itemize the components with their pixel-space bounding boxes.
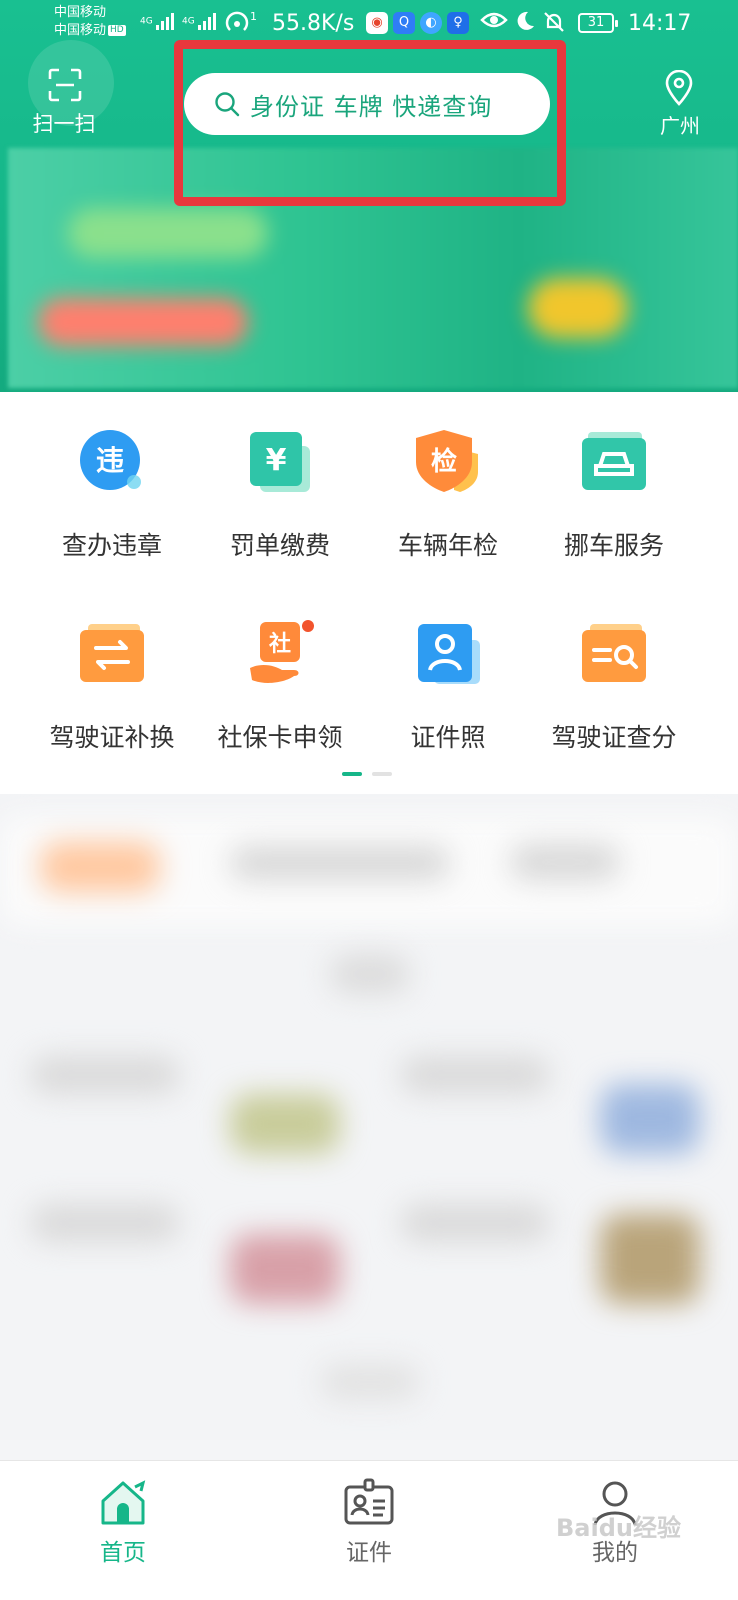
carrier-1: 中国移动 [54, 5, 107, 20]
feed-blur-shape [600, 1084, 700, 1154]
service-label: 驾驶证补换 [49, 723, 175, 752]
signal-1-icon: 4G [140, 12, 176, 30]
banner-blur-button [38, 298, 248, 346]
violation-icon: 违 [80, 430, 141, 490]
header: 中国移动 中国移动 HD 4G 4G 1 55.8K/s ◉ Q ◐ ♀ 31 … [0, 0, 738, 400]
fine-payment-icon: ¥ [250, 432, 310, 492]
license-replace-icon [80, 624, 144, 682]
home-icon [101, 1480, 146, 1525]
svg-text:¥: ¥ [266, 443, 287, 478]
content-feed [0, 794, 738, 1440]
location-pin-icon [665, 70, 693, 106]
vehicle-inspection-icon: 检 [416, 430, 478, 492]
service-license-points[interactable]: 驾驶证查分 [522, 584, 706, 752]
signal-2-icon: 4G [182, 12, 218, 30]
clock: 14:17 [628, 11, 692, 36]
battery-icon: 31 [578, 13, 618, 33]
notification-icons: ◉ Q ◐ ♀ [366, 12, 469, 34]
feed-blur-shape [510, 844, 620, 880]
scan-icon [48, 68, 82, 102]
svg-text:违: 违 [96, 444, 124, 477]
scan-button[interactable]: 扫一扫 [28, 40, 114, 140]
id-photo-icon [418, 624, 480, 684]
bulb-app-icon: ♀ [447, 12, 469, 34]
feed-blur-shape [230, 1234, 340, 1304]
tab-documents[interactable]: 证件 [246, 1461, 492, 1600]
battery-level: 31 [587, 15, 605, 30]
weibo-icon: ◉ [366, 12, 388, 34]
service-label: 证件照 [410, 723, 486, 752]
license-points-icon [582, 624, 646, 682]
hotspot-icon: 1 [224, 10, 257, 40]
service-move-car[interactable]: 挪车服务 [522, 392, 706, 560]
location-button[interactable]: 广州 [650, 70, 710, 140]
signal-2-label: 4G [182, 16, 195, 27]
social-security-icon: 社 [250, 620, 314, 683]
service-fine-payment[interactable]: ¥ 罚单缴费 [188, 392, 372, 560]
carrier-info: 中国移动 中国移动 HD [54, 4, 126, 40]
service-id-photo[interactable]: 证件照 [356, 584, 540, 752]
signal-1-label: 4G [140, 16, 153, 27]
baidu-watermark: Baidu经验 [556, 1514, 681, 1542]
service-license-replace[interactable]: 驾驶证补换 [20, 584, 204, 752]
svg-text:检: 检 [431, 446, 457, 477]
feed-blur-shape [30, 1204, 180, 1242]
feed-blur-shape [400, 1056, 550, 1094]
page-dot [372, 772, 392, 776]
move-car-icon [582, 432, 646, 490]
service-label: 车辆年检 [397, 531, 498, 560]
service-violation[interactable]: 违 查办违章 [20, 392, 204, 560]
feed-blur-shape [600, 1214, 700, 1304]
service-grid: 违 查办违章 ¥ 罚单缴费 检 车辆年检 挪车服务 驾驶证补换 社 社保卡申领 … [0, 392, 738, 794]
do-not-disturb-icon [514, 10, 536, 37]
feed-blur-shape [320, 1364, 420, 1400]
page-indicator [342, 772, 392, 776]
browser-icon: ◐ [420, 12, 442, 34]
tab-home[interactable]: 首页 [0, 1461, 246, 1600]
hd-badge: HD [108, 25, 126, 36]
search-app-icon: Q [393, 12, 415, 34]
carrier-2: 中国移动 [54, 23, 107, 38]
id-card-icon [344, 1478, 394, 1525]
svg-text:社: 社 [269, 631, 291, 657]
tab-home-label: 首页 [100, 1540, 146, 1566]
service-label: 查办违章 [61, 531, 162, 560]
feed-blur-shape [40, 842, 160, 892]
network-speed: 55.8K/s [272, 11, 355, 36]
service-vehicle-inspection[interactable]: 检 车辆年检 [356, 392, 540, 560]
hotspot-label: 1 [250, 10, 257, 23]
eye-comfort-icon [480, 10, 508, 35]
feed-blur-shape [230, 1094, 340, 1154]
service-social-security[interactable]: 社 社保卡申领 [188, 584, 372, 752]
service-label: 挪车服务 [563, 531, 664, 560]
service-label: 驾驶证查分 [551, 723, 677, 752]
service-label: 罚单缴费 [229, 531, 330, 560]
feed-blur-shape [30, 1056, 180, 1094]
feed-blur-shape [330, 954, 410, 994]
banner-blur-shape [68, 208, 268, 258]
feed-blur-shape [230, 846, 450, 880]
scan-label: 扫一扫 [32, 112, 96, 136]
service-label: 社保卡申领 [217, 723, 343, 752]
feed-blur-shape [400, 1204, 550, 1242]
banner-blur-shape [528, 278, 628, 338]
highlight-frame [174, 40, 566, 206]
location-label: 广州 [660, 114, 700, 138]
tab-documents-label: 证件 [346, 1540, 392, 1566]
page-dot-active [342, 772, 362, 776]
mute-bell-icon [542, 10, 566, 39]
